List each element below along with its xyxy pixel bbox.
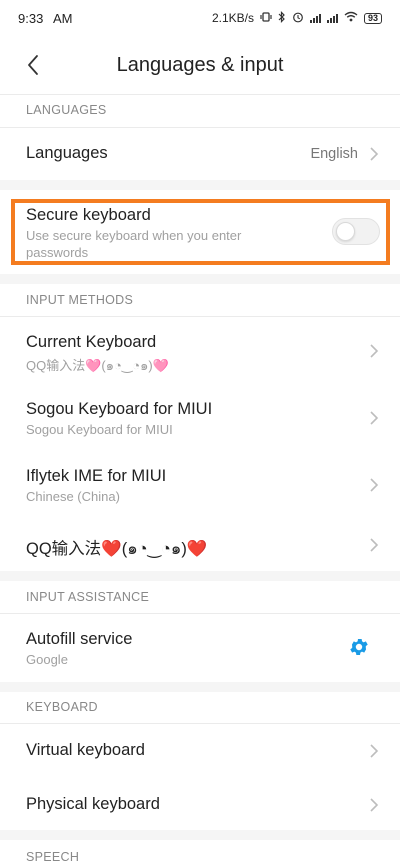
qq-input-title: QQ输入法❤️(๑◔‿◔๑)❤️ <box>26 540 208 558</box>
iflytek-subtitle: Chinese (China) <box>26 489 120 504</box>
chevron-right-icon <box>370 478 379 492</box>
current-keyboard-row[interactable]: Current Keyboard QQ输入法🩷(๑◔‿◔๑)🩷 <box>0 317 400 384</box>
physical-keyboard-row[interactable]: Physical keyboard <box>0 777 400 830</box>
section-keyboard: KEYBOARD <box>26 700 98 714</box>
languages-value: English <box>310 146 358 162</box>
ampm-text: AM <box>52 10 73 26</box>
section-languages: LANGUAGES <box>26 103 107 117</box>
autofill-subtitle: Google <box>26 652 68 667</box>
chevron-right-icon <box>370 798 379 812</box>
section-gap <box>0 830 400 840</box>
section-gap <box>0 274 400 284</box>
autofill-row[interactable]: Autofill service Google <box>0 614 400 682</box>
section-gap <box>0 571 400 581</box>
gear-icon[interactable] <box>348 636 370 658</box>
app-header: Languages & input <box>0 36 400 94</box>
languages-title: Languages <box>26 144 108 162</box>
qq-input-row[interactable]: QQ输入法❤️(๑◔‿◔๑)❤️ <box>0 518 400 571</box>
wifi-icon <box>344 11 358 25</box>
page-title: Languages & input <box>116 53 284 76</box>
languages-row[interactable]: Languages English <box>0 128 400 180</box>
status-icons: 2.1KB/s 93 <box>211 10 382 26</box>
current-keyboard-title: Current Keyboard <box>26 333 157 351</box>
battery-icon: 93 <box>363 12 382 24</box>
bluetooth-icon <box>278 10 286 26</box>
alarm-icon <box>292 11 304 26</box>
header-divider <box>0 94 400 95</box>
chevron-right-icon <box>370 538 379 552</box>
chevron-right-icon <box>370 744 379 758</box>
chevron-right-icon <box>370 411 379 425</box>
sogou-title: Sogou Keyboard for MIUI <box>26 400 213 418</box>
chevron-left-icon <box>28 55 38 75</box>
signal-icon <box>309 13 321 23</box>
section-input-methods: INPUT METHODS <box>26 293 134 307</box>
chevron-right-icon <box>370 344 379 358</box>
sogou-subtitle: Sogou Keyboard for MIUI <box>26 422 173 437</box>
current-keyboard-subtitle: QQ输入法🩷(๑◔‿◔๑)🩷 <box>26 358 169 373</box>
iflytek-title: Iflytek IME for MIUI <box>26 467 167 485</box>
highlight-box <box>11 199 390 265</box>
time-text: 9:33 <box>18 10 44 26</box>
virtual-keyboard-title: Virtual keyboard <box>26 741 145 759</box>
chevron-right-icon <box>370 147 379 161</box>
status-bar: 9:33 AM 2.1KB/s 93 <box>0 0 400 36</box>
back-button[interactable] <box>18 50 48 80</box>
section-gap <box>0 682 400 692</box>
sogou-keyboard-row[interactable]: Sogou Keyboard for MIUI Sogou Keyboard f… <box>0 384 400 451</box>
autofill-title: Autofill service <box>26 630 133 648</box>
physical-keyboard-title: Physical keyboard <box>26 795 160 813</box>
section-gap <box>0 180 400 190</box>
signal-icon-2 <box>326 13 338 23</box>
section-speech: SPEECH <box>26 850 80 864</box>
vibrate-icon <box>260 11 272 25</box>
status-time: 9:33 AM <box>18 11 72 26</box>
iflytek-row[interactable]: Iflytek IME for MIUI Chinese (China) <box>0 451 400 518</box>
network-speed: 2.1KB/s <box>211 11 254 25</box>
virtual-keyboard-row[interactable]: Virtual keyboard <box>0 724 400 777</box>
section-input-assistance: INPUT ASSISTANCE <box>26 590 150 604</box>
